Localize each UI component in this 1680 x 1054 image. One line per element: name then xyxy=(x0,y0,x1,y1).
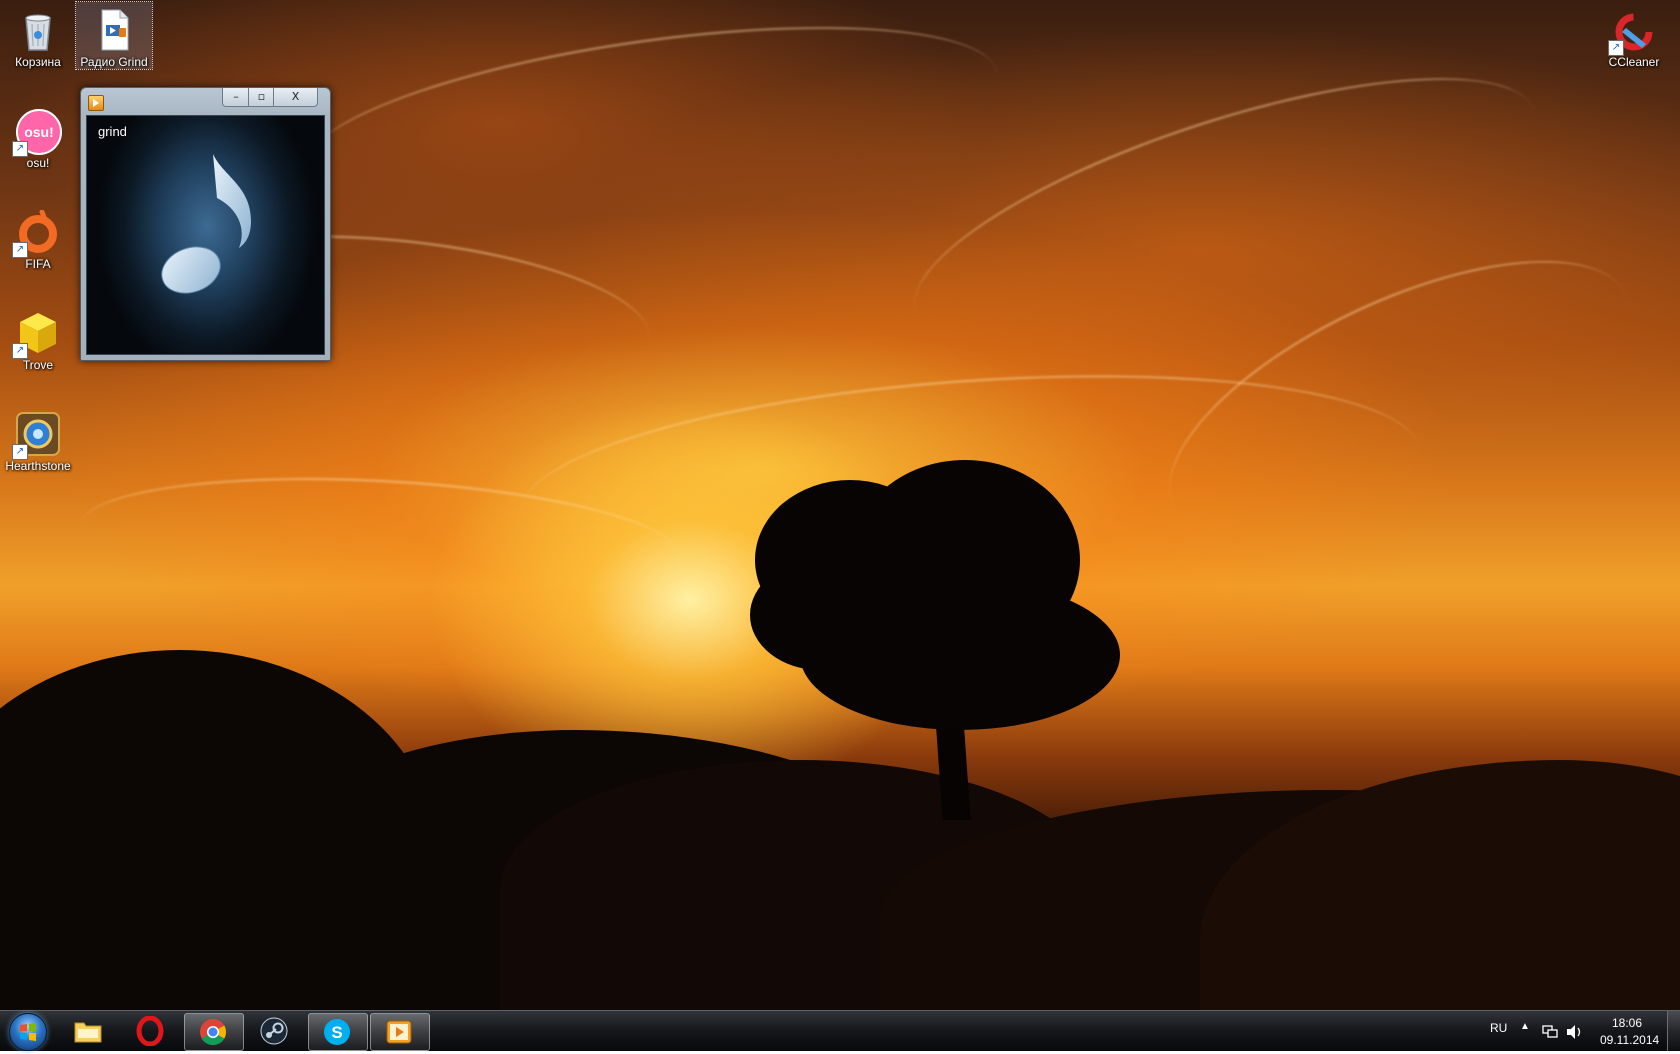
desktop[interactable]: Корзина Радио Grind osu! ↗ osu! ↗ FIFA ↗… xyxy=(0,0,1680,1010)
music-note-icon xyxy=(161,149,251,294)
media-player-window[interactable]: – ▫ X grind xyxy=(80,87,331,361)
taskbar-button-opera[interactable] xyxy=(122,1013,180,1049)
desktop-icon-recycle-bin[interactable]: Корзина xyxy=(0,2,76,69)
shortcut-arrow-icon: ↗ xyxy=(12,343,28,359)
desktop-icon-label: osu! xyxy=(26,156,50,170)
steam-icon xyxy=(260,1017,288,1045)
opera-icon xyxy=(136,1016,164,1046)
show-desktop-button[interactable] xyxy=(1667,1011,1680,1051)
track-title: grind xyxy=(98,124,127,139)
svg-text:S: S xyxy=(331,1023,342,1042)
language-indicator[interactable]: RU xyxy=(1490,1021,1507,1035)
skype-icon: S xyxy=(324,1019,350,1045)
folder-icon xyxy=(74,1022,102,1043)
network-icon[interactable] xyxy=(1542,1025,1558,1039)
desktop-icon-label: Trove xyxy=(22,358,54,372)
volume-icon[interactable] xyxy=(1566,1024,1584,1040)
chrome-icon xyxy=(200,1019,227,1046)
media-file-icon xyxy=(92,8,136,52)
origin-icon: ↗ xyxy=(12,209,60,258)
recycle-bin-icon xyxy=(16,8,60,52)
show-hidden-icons-button[interactable]: ▲ xyxy=(1520,1021,1530,1032)
desktop-icon-label: FIFA xyxy=(25,257,51,271)
media-player-app-icon xyxy=(88,95,104,111)
minimize-button[interactable]: – xyxy=(222,88,250,107)
desktop-icon-trove[interactable]: ↗ Trove xyxy=(0,305,76,372)
window-titlebar[interactable]: – ▫ X xyxy=(81,88,330,112)
taskbar-button-chrome[interactable] xyxy=(184,1013,244,1051)
maximize-button[interactable]: ▫ xyxy=(248,88,275,107)
osu-icon: osu! ↗ xyxy=(12,109,62,157)
clock-time[interactable]: 18:06 xyxy=(1612,1016,1642,1030)
taskbar: S RU ▲ 18:06 09.11.2014 xyxy=(0,1010,1680,1051)
windows-logo-icon xyxy=(9,1013,47,1051)
shortcut-arrow-icon: ↗ xyxy=(12,444,28,460)
close-button[interactable]: X xyxy=(273,88,318,107)
desktop-icon-fifa[interactable]: ↗ FIFA xyxy=(0,204,76,271)
shortcut-arrow-icon: ↗ xyxy=(12,242,28,258)
desktop-icon-label: Корзина xyxy=(15,55,61,69)
taskbar-button-skype[interactable]: S xyxy=(308,1013,368,1051)
media-player-icon xyxy=(386,1020,412,1044)
ccleaner-icon: ↗ xyxy=(1608,8,1656,56)
desktop-icon-osu[interactable]: osu! ↗ osu! xyxy=(0,103,76,170)
start-button[interactable] xyxy=(4,1012,50,1051)
taskbar-button-explorer[interactable] xyxy=(60,1013,118,1049)
shortcut-arrow-icon: ↗ xyxy=(12,141,28,157)
trove-cube-icon: ↗ xyxy=(12,311,60,359)
desktop-icon-label: Hearthstone xyxy=(5,459,71,473)
desktop-icon-ccleaner[interactable]: ↗ CCleaner xyxy=(1596,2,1672,69)
desktop-icon-hearthstone[interactable]: ↗ Hearthstone xyxy=(0,406,76,473)
desktop-icon-radio-grind[interactable]: Радио Grind xyxy=(75,1,153,70)
shortcut-arrow-icon: ↗ xyxy=(1608,40,1624,56)
media-viewport[interactable]: grind xyxy=(86,115,325,355)
desktop-icon-label: CCleaner xyxy=(1608,55,1660,69)
taskbar-button-steam[interactable] xyxy=(246,1013,304,1049)
clock-date[interactable]: 09.11.2014 xyxy=(1600,1033,1659,1047)
desktop-icon-label: Радио Grind xyxy=(80,55,148,69)
hearthstone-icon: ↗ xyxy=(12,412,60,460)
taskbar-button-media-player[interactable] xyxy=(370,1013,430,1051)
